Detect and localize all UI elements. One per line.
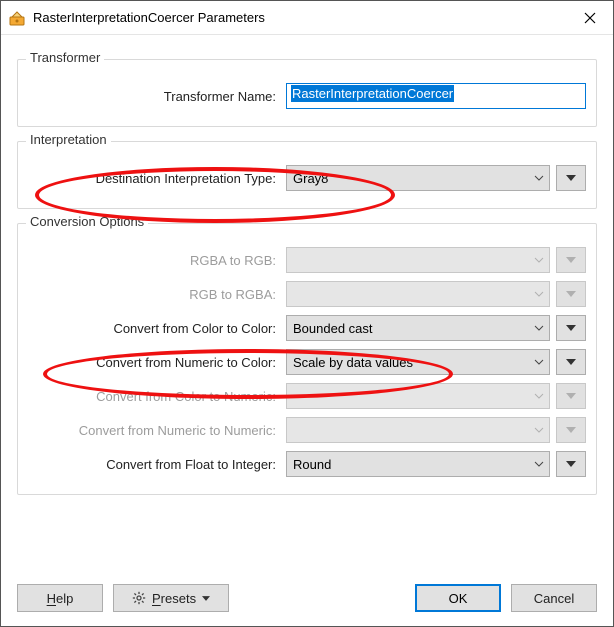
color-to-numeric-label: Convert from Color to Numeric: bbox=[28, 389, 286, 404]
chevron-down-icon bbox=[529, 461, 549, 467]
numeric-to-numeric-combo bbox=[286, 417, 550, 443]
numeric-to-color-ext-button[interactable] bbox=[556, 349, 586, 375]
float-to-int-label: Convert from Float to Integer: bbox=[28, 457, 286, 472]
color-to-numeric-combo bbox=[286, 383, 550, 409]
dest-type-combo[interactable]: Gray8 bbox=[286, 165, 550, 191]
window-title: RasterInterpretationCoercer Parameters bbox=[33, 10, 567, 25]
row-numeric-to-color: Convert from Numeric to Color: Scale by … bbox=[28, 348, 586, 376]
chevron-down-icon bbox=[529, 325, 549, 331]
app-icon bbox=[9, 10, 25, 26]
chevron-down-icon bbox=[529, 427, 549, 433]
rgba-to-rgb-combo bbox=[286, 247, 550, 273]
numeric-to-color-value: Scale by data values bbox=[293, 355, 529, 370]
cancel-label: Cancel bbox=[534, 591, 574, 606]
chevron-down-icon bbox=[529, 359, 549, 365]
transformer-name-input[interactable]: RasterInterpretationCoercer bbox=[286, 83, 586, 109]
color-to-numeric-ext-button bbox=[556, 383, 586, 409]
button-bar: Help Presets OK Cancel bbox=[1, 572, 613, 626]
chevron-down-icon bbox=[202, 596, 210, 601]
numeric-to-color-combo[interactable]: Scale by data values bbox=[286, 349, 550, 375]
group-transformer-legend: Transformer bbox=[26, 50, 104, 65]
dialog-content: Transformer Transformer Name: RasterInte… bbox=[1, 35, 613, 495]
numeric-to-color-label: Convert from Numeric to Color: bbox=[28, 355, 286, 370]
row-float-to-int: Convert from Float to Integer: Round bbox=[28, 450, 586, 478]
transformer-name-label: Transformer Name: bbox=[28, 89, 286, 104]
rgb-to-rgba-label: RGB to RGBA: bbox=[28, 287, 286, 302]
dest-type-ext-button[interactable] bbox=[556, 165, 586, 191]
float-to-int-value: Round bbox=[293, 457, 529, 472]
gear-icon bbox=[132, 591, 146, 605]
chevron-down-icon bbox=[529, 257, 549, 263]
row-color-to-numeric: Convert from Color to Numeric: bbox=[28, 382, 586, 410]
row-rgba-to-rgb: RGBA to RGB: bbox=[28, 246, 586, 274]
ok-label: OK bbox=[449, 591, 468, 606]
group-interpretation-legend: Interpretation bbox=[26, 132, 111, 147]
help-button[interactable]: Help bbox=[17, 584, 103, 612]
color-to-color-ext-button[interactable] bbox=[556, 315, 586, 341]
transformer-name-value: RasterInterpretationCoercer bbox=[291, 85, 454, 102]
float-to-int-ext-button[interactable] bbox=[556, 451, 586, 477]
row-dest-type: Destination Interpretation Type: Gray8 bbox=[28, 164, 586, 192]
help-label-rest: elp bbox=[56, 591, 73, 606]
rgba-to-rgb-ext-button bbox=[556, 247, 586, 273]
chevron-down-icon bbox=[529, 393, 549, 399]
presets-button[interactable]: Presets bbox=[113, 584, 229, 612]
ok-button[interactable]: OK bbox=[415, 584, 501, 612]
row-rgb-to-rgba: RGB to RGBA: bbox=[28, 280, 586, 308]
chevron-down-icon bbox=[529, 175, 549, 181]
rgba-to-rgb-label: RGBA to RGB: bbox=[28, 253, 286, 268]
numeric-to-numeric-ext-button bbox=[556, 417, 586, 443]
group-conversion: Conversion Options RGBA to RGB: RGB to R… bbox=[17, 223, 597, 495]
numeric-to-numeric-label: Convert from Numeric to Numeric: bbox=[28, 423, 286, 438]
group-conversion-legend: Conversion Options bbox=[26, 214, 148, 229]
cancel-button[interactable]: Cancel bbox=[511, 584, 597, 612]
chevron-down-icon bbox=[529, 291, 549, 297]
group-transformer: Transformer Transformer Name: RasterInte… bbox=[17, 59, 597, 127]
dest-type-label: Destination Interpretation Type: bbox=[28, 171, 286, 186]
dest-type-value: Gray8 bbox=[293, 171, 529, 186]
row-color-to-color: Convert from Color to Color: Bounded cas… bbox=[28, 314, 586, 342]
row-numeric-to-numeric: Convert from Numeric to Numeric: bbox=[28, 416, 586, 444]
color-to-color-value: Bounded cast bbox=[293, 321, 529, 336]
color-to-color-combo[interactable]: Bounded cast bbox=[286, 315, 550, 341]
float-to-int-combo[interactable]: Round bbox=[286, 451, 550, 477]
close-button[interactable] bbox=[567, 1, 613, 35]
row-transformer-name: Transformer Name: RasterInterpretationCo… bbox=[28, 82, 586, 110]
group-interpretation: Interpretation Destination Interpretatio… bbox=[17, 141, 597, 209]
color-to-color-label: Convert from Color to Color: bbox=[28, 321, 286, 336]
rgb-to-rgba-ext-button bbox=[556, 281, 586, 307]
titlebar: RasterInterpretationCoercer Parameters bbox=[1, 1, 613, 35]
rgb-to-rgba-combo bbox=[286, 281, 550, 307]
